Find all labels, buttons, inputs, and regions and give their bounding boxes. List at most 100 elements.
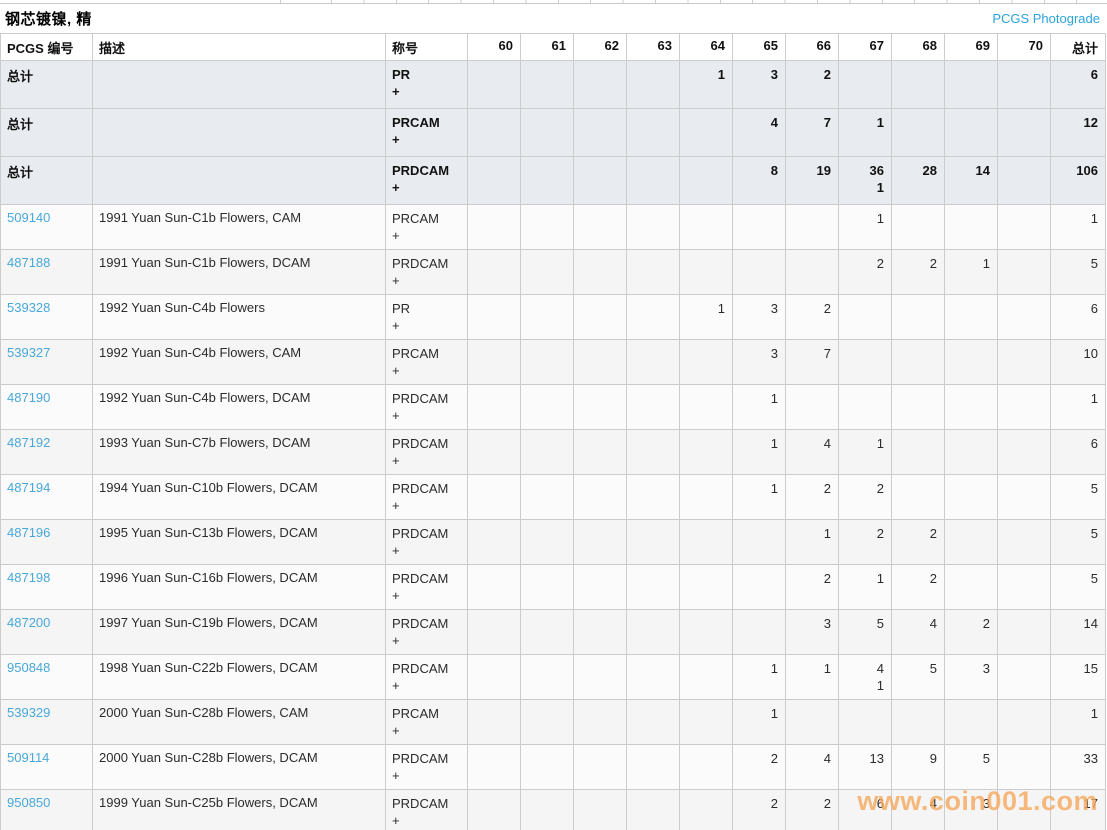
grade-70-cell — [997, 699, 1051, 745]
column-header-61: 61 — [520, 33, 574, 61]
grade-63-cell — [626, 609, 680, 655]
designation-cell: PRCAM + — [385, 108, 468, 157]
grade-65-cell — [732, 519, 786, 565]
grade-62-cell — [573, 339, 627, 385]
pcgs-number-link[interactable]: 487194 — [7, 480, 50, 495]
pcgs-number-link[interactable]: 487190 — [7, 390, 50, 405]
pcgs-number-link[interactable]: 950848 — [7, 660, 50, 675]
grade-67-cell: 41 — [838, 654, 892, 700]
table-row: 509114 2000 Yuan Sun-C28b Flowers, DCAM PR… — [0, 744, 1106, 790]
grade-69-cell: 3 — [944, 654, 998, 700]
grade-69-cell — [944, 339, 998, 385]
pcgs-number-cell: 487192 — [0, 429, 93, 475]
pcgs-number-link[interactable]: 509140 — [7, 210, 50, 225]
pcgs-number-link[interactable]: 539328 — [7, 300, 50, 315]
grade-63-cell — [626, 339, 680, 385]
grade-66-cell — [785, 204, 839, 250]
grade-67-cell: 6 — [838, 789, 892, 830]
grade-63-cell — [626, 519, 680, 565]
grade-70-cell — [997, 519, 1051, 565]
grade-63-cell — [626, 108, 680, 157]
pcgs-number-link[interactable]: 487188 — [7, 255, 50, 270]
total-cell: 14 — [1050, 609, 1106, 655]
description-cell: 2000 Yuan Sun-C28b Flowers, DCAM — [92, 744, 386, 790]
grade-60-cell — [467, 519, 521, 565]
grade-60-cell — [467, 699, 521, 745]
grade-64-cell — [679, 429, 733, 475]
grade-61-cell — [520, 744, 574, 790]
population-table: PCGS 编号 描述 称号 60 61 62 63 64 65 66 67 68 69 70 总计 总计 PR… — [0, 33, 1106, 830]
column-header-pcgs-no: PCGS 编号 — [0, 33, 93, 61]
grade-64-cell — [679, 249, 733, 295]
grade-66-cell: 1 — [785, 519, 839, 565]
pcgs-number-cell: 487188 — [0, 249, 93, 295]
grade-68-cell: 5 — [891, 654, 945, 700]
pcgs-number-link[interactable]: 509114 — [7, 750, 49, 765]
pcgs-number-link[interactable]: 487196 — [7, 525, 50, 540]
grade-68-cell: 4 — [891, 789, 945, 830]
total-cell: 1 — [1050, 204, 1106, 250]
column-header-designation: 称号 — [385, 33, 468, 61]
table-row: 487190 1992 Yuan Sun-C4b Flowers, DCAM PRD… — [0, 384, 1106, 430]
pcgs-number-link[interactable]: 539329 — [7, 705, 50, 720]
total-cell: 12 — [1050, 108, 1106, 157]
pcgs-number-link[interactable]: 487200 — [7, 615, 50, 630]
grade-67-cell: 1 — [838, 108, 892, 157]
grade-61-cell — [520, 60, 574, 109]
grade-67-cell: 2 — [838, 474, 892, 520]
grade-60-cell — [467, 384, 521, 430]
table-row: 950848 1998 Yuan Sun-C22b Flowers, DCAM PR… — [0, 654, 1106, 700]
table-row: 539329 2000 Yuan Sun-C28b Flowers, CAM PRC… — [0, 699, 1106, 745]
table-row: 487196 1995 Yuan Sun-C13b Flowers, DCAM PR… — [0, 519, 1106, 565]
grade-63-cell — [626, 249, 680, 295]
column-header-60: 60 — [467, 33, 521, 61]
grade-64-cell — [679, 609, 733, 655]
grade-63-cell — [626, 789, 680, 830]
grade-63-cell — [626, 384, 680, 430]
description-cell: 1993 Yuan Sun-C7b Flowers, DCAM — [92, 429, 386, 475]
grade-60-cell — [467, 654, 521, 700]
pcgs-number-link[interactable]: 487198 — [7, 570, 50, 585]
grade-63-cell — [626, 744, 680, 790]
grade-67-cell: 2 — [838, 249, 892, 295]
grade-63-cell — [626, 474, 680, 520]
grade-68-cell — [891, 474, 945, 520]
grade-67-cell — [838, 294, 892, 340]
pcgs-number-link[interactable]: 950850 — [7, 795, 50, 810]
grade-66-cell — [785, 384, 839, 430]
total-cell: 6 — [1050, 60, 1106, 109]
grade-61-cell — [520, 519, 574, 565]
designation-cell: PRCAM + — [385, 699, 468, 745]
grade-62-cell — [573, 204, 627, 250]
grade-61-cell — [520, 339, 574, 385]
grade-61-cell — [520, 249, 574, 295]
grade-61-cell — [520, 384, 574, 430]
description-cell: 1991 Yuan Sun-C1b Flowers, DCAM — [92, 249, 386, 295]
grade-64-cell — [679, 744, 733, 790]
grade-70-cell — [997, 249, 1051, 295]
grade-65-cell: 2 — [732, 789, 786, 830]
table-row: 487192 1993 Yuan Sun-C7b Flowers, DCAM PRD… — [0, 429, 1106, 475]
grade-70-cell — [997, 294, 1051, 340]
grade-68-cell: 2 — [891, 249, 945, 295]
grade-63-cell — [626, 60, 680, 109]
pcgs-number-link[interactable]: 539327 — [7, 345, 50, 360]
grade-69-cell — [944, 699, 998, 745]
description-cell: 1998 Yuan Sun-C22b Flowers, DCAM — [92, 654, 386, 700]
pcgs-photograde-link[interactable]: PCGS Photograde — [992, 11, 1100, 26]
table-row: 487198 1996 Yuan Sun-C16b Flowers, DCAM PR… — [0, 564, 1106, 610]
pcgs-number-link[interactable]: 487192 — [7, 435, 50, 450]
grade-68-cell: 4 — [891, 609, 945, 655]
total-cell: 15 — [1050, 654, 1106, 700]
grade-64-cell — [679, 339, 733, 385]
column-header-69: 69 — [944, 33, 998, 61]
grade-65-cell: 1 — [732, 474, 786, 520]
pcgs-number-cell: 487200 — [0, 609, 93, 655]
grade-70-cell — [997, 60, 1051, 109]
grade-69-cell — [944, 519, 998, 565]
grade-61-cell — [520, 294, 574, 340]
description-cell: 1992 Yuan Sun-C4b Flowers — [92, 294, 386, 340]
designation-cell: PRDCAM + — [385, 384, 468, 430]
grade-61-cell — [520, 474, 574, 520]
grade-64-cell — [679, 108, 733, 157]
